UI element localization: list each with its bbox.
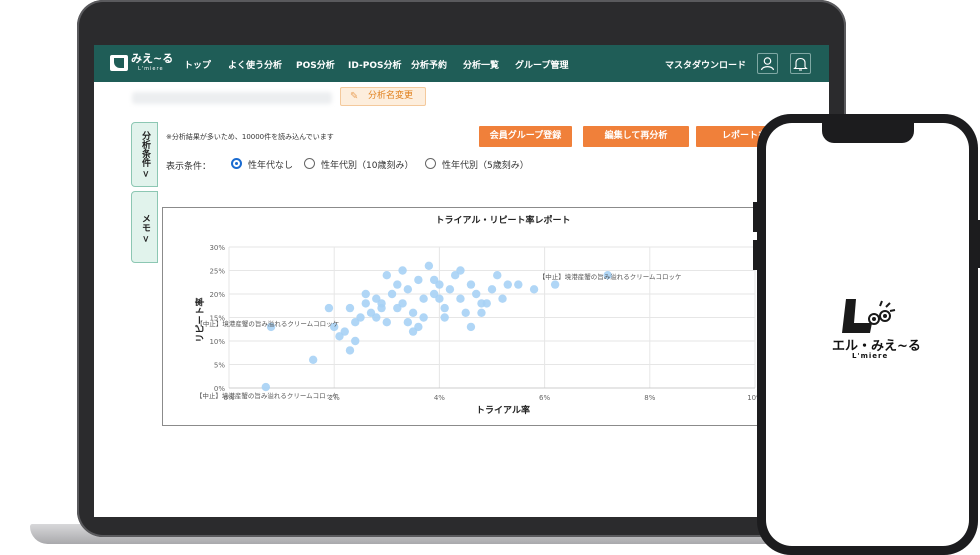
loading-notice: ※分析結果が多いため、10000件を読み込んでいます xyxy=(166,133,334,141)
y-tick-label: 25% xyxy=(209,268,225,276)
nav-item-id-pos[interactable]: ID-POS分析 xyxy=(348,58,401,71)
bell-icon xyxy=(793,57,808,71)
nav-item-reservation[interactable]: 分析予約 xyxy=(411,58,447,71)
pencil-icon: ✎ xyxy=(350,91,359,102)
data-point xyxy=(435,294,444,303)
data-point xyxy=(529,285,539,294)
data-point xyxy=(487,285,497,294)
notification-button[interactable] xyxy=(790,53,811,74)
data-point xyxy=(308,355,318,364)
data-point xyxy=(466,280,476,289)
data-point xyxy=(393,280,402,289)
user-icon xyxy=(760,57,775,71)
data-point xyxy=(372,313,381,322)
data-point xyxy=(440,303,449,313)
radio-age-5-label[interactable]: 性年代別（5歳刻み） xyxy=(442,158,529,171)
data-point xyxy=(403,285,413,294)
data-point xyxy=(324,303,334,313)
data-point xyxy=(345,346,355,355)
display-condition-label: 表示条件： xyxy=(166,162,212,172)
data-point xyxy=(472,289,481,299)
radio-no-age-label[interactable]: 性年代なし xyxy=(248,158,293,171)
data-point xyxy=(351,336,360,346)
rename-analysis-button[interactable]: ✎ 分析名変更 xyxy=(340,87,426,106)
data-point xyxy=(550,280,560,289)
data-point xyxy=(351,318,360,327)
data-point xyxy=(498,294,507,303)
x-tick-label: 4% xyxy=(434,394,445,402)
logo-icon[interactable] xyxy=(110,55,128,71)
nav-item-top[interactable]: トップ xyxy=(184,58,211,71)
nav-item-list[interactable]: 分析一覧 xyxy=(463,58,499,71)
point-annotation: 【中止】境港産蟹の旨み溢れるクリームコロッケ xyxy=(196,391,339,400)
data-point xyxy=(361,299,370,308)
data-point xyxy=(335,332,344,341)
radio-age-10[interactable] xyxy=(304,158,315,169)
logo-text[interactable]: みえ~る xyxy=(131,53,173,65)
app-logo-subtext: L'miere xyxy=(852,352,889,360)
point-annotation: 【中止】境港産蟹の旨み溢れるクリームコロッケ xyxy=(196,319,339,328)
data-point xyxy=(261,382,271,392)
chart-title: トライアル・リピート率レポート xyxy=(436,214,571,226)
laptop-screen: みえ~る L'miere トップ よく使う分析 POS分析 ID-POS分析 分… xyxy=(94,45,829,517)
data-point xyxy=(456,266,465,275)
radio-age-10-label[interactable]: 性年代別（10歳刻み） xyxy=(321,158,413,171)
data-point xyxy=(503,280,512,289)
data-point xyxy=(440,313,449,322)
nav-item-pos[interactable]: POS分析 xyxy=(296,58,335,71)
x-tick-label: 8% xyxy=(644,394,655,402)
tab-analysis-conditions[interactable]: 分析条件 > xyxy=(131,122,158,187)
data-point xyxy=(403,318,413,327)
data-point xyxy=(377,299,386,308)
data-point xyxy=(382,318,391,327)
data-point xyxy=(393,303,402,313)
data-point xyxy=(424,261,434,270)
data-point xyxy=(408,308,418,317)
top-nav: みえ~る L'miere トップ よく使う分析 POS分析 ID-POS分析 分… xyxy=(94,45,829,82)
radio-no-age[interactable] xyxy=(231,158,242,169)
user-button[interactable] xyxy=(757,53,778,74)
data-point xyxy=(419,313,428,322)
data-point xyxy=(419,294,428,303)
nav-item-frequent[interactable]: よく使う分析 xyxy=(228,58,282,71)
data-point xyxy=(408,327,418,336)
edit-reanalyze-button[interactable]: 編集して再分析 xyxy=(583,126,689,147)
data-point xyxy=(514,280,523,289)
y-tick-label: 5% xyxy=(214,362,225,370)
data-point xyxy=(387,289,397,299)
member-group-register-button[interactable]: 会員グループ登録 xyxy=(479,126,572,147)
data-point xyxy=(414,275,423,285)
data-point xyxy=(461,308,470,317)
data-point xyxy=(398,266,407,275)
logo-subtext: L'miere xyxy=(138,66,164,72)
chart-panel: 0% 5% 10% 15% 20% 25% 30% 0% 2% 4% 6% 8% 10% トライアル・リピ… xyxy=(162,207,829,426)
data-point xyxy=(466,322,476,332)
data-point xyxy=(345,303,355,313)
tab-analysis-conditions-label: 分析条件 > xyxy=(140,131,150,178)
data-point xyxy=(477,308,486,317)
x-tick-label: 6% xyxy=(539,394,550,402)
nav-item-group[interactable]: グループ管理 xyxy=(515,58,568,71)
analysis-title-blurred xyxy=(132,92,332,104)
data-point xyxy=(456,294,465,303)
y-tick-label: 20% xyxy=(209,291,225,299)
rename-label: 分析名変更 xyxy=(368,91,414,101)
phone-screen: エル・みえ~る L'miere xyxy=(766,123,969,546)
x-axis-title: トライアル率 xyxy=(476,404,530,416)
master-download-link[interactable]: マスタダウンロード xyxy=(665,58,746,71)
data-point xyxy=(361,289,370,299)
phone-notch xyxy=(822,123,914,143)
data-point xyxy=(382,271,391,280)
data-point xyxy=(445,285,455,294)
y-tick-label: 10% xyxy=(209,338,225,346)
radio-age-5[interactable] xyxy=(425,158,436,169)
y-tick-label: 30% xyxy=(209,244,225,252)
scatter-chart: 0%5%10%15%20%25%30%0% 2% 4% 6% 8% 10%トライアル・リピ… xyxy=(194,214,763,416)
tab-memo-label: メモ > xyxy=(140,214,150,243)
point-annotation: 【中止】境港産蟹の旨み溢れるクリームコロッケ xyxy=(539,272,682,281)
data-point xyxy=(482,299,491,308)
data-point xyxy=(429,275,439,285)
data-point xyxy=(493,271,502,280)
tab-memo[interactable]: メモ > xyxy=(131,191,158,263)
